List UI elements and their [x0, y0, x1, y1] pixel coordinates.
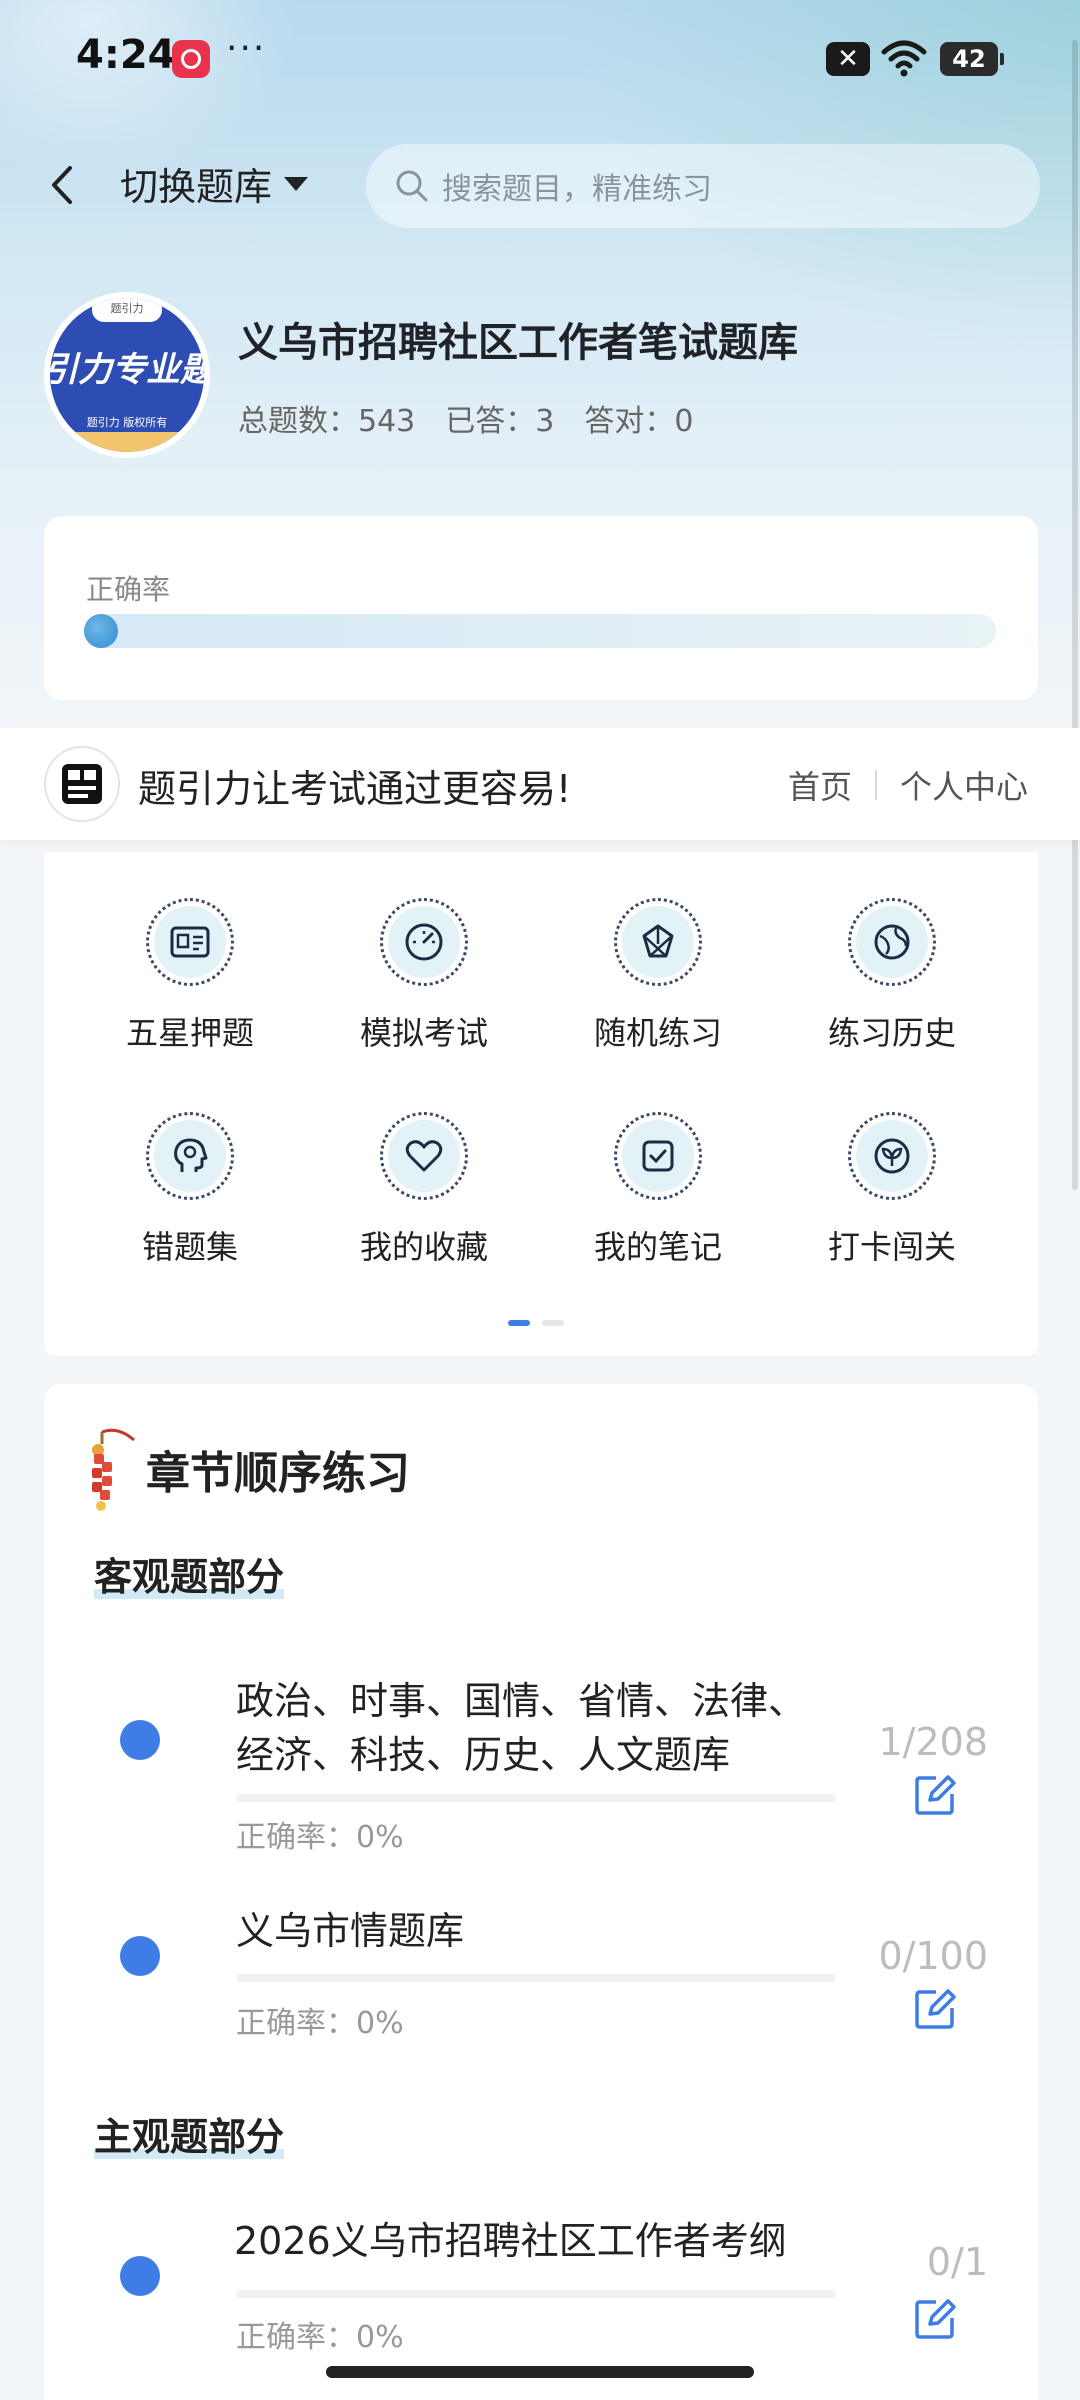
logo-sub-text: 题引力 版权所有 — [86, 416, 168, 429]
tool-history[interactable]: 练习历史 — [792, 898, 992, 1078]
caret-down-icon — [284, 176, 309, 191]
personal-center-link[interactable]: 个人中心 — [900, 762, 1028, 808]
tool-label: 我的笔记 — [593, 1228, 722, 1266]
chapter-progress-bar — [236, 2290, 836, 2298]
edit-icon[interactable] — [912, 2296, 958, 2342]
pager-dot[interactable] — [542, 1320, 564, 1326]
brand-logo-icon — [62, 764, 102, 804]
stat-total: 总题数：543 — [238, 404, 416, 439]
chapter-accuracy: 正确率：0% — [236, 2006, 404, 2041]
chapter-dot — [120, 1936, 160, 1976]
note-check-icon — [642, 1140, 674, 1172]
chapter-title: 章节顺序练习 — [146, 1448, 410, 1499]
logo-top-text: 题引力 — [92, 298, 162, 322]
tool-label: 五星押题 — [125, 1014, 254, 1052]
tool-notes[interactable]: 我的笔记 — [558, 1112, 758, 1292]
search-placeholder: 搜索题目，精准练习 — [442, 172, 712, 207]
tool-random-practice[interactable]: 随机练习 — [558, 898, 758, 1078]
promo-logo — [44, 746, 120, 822]
tool-favorites[interactable]: 我的收藏 — [324, 1112, 524, 1292]
bank-logo: 题引力 引力专业题 题引力 版权所有 — [44, 292, 210, 458]
gauge-icon — [405, 923, 443, 961]
firecracker-icon — [92, 1428, 135, 1511]
back-arrow-icon[interactable] — [40, 162, 86, 208]
accuracy-progress-bar — [84, 614, 996, 648]
section-title-subjective: 主观题部分 — [94, 2115, 285, 2159]
promo-bar: 题引力让考试通过更容易! 首页 个人中心 — [0, 728, 1080, 840]
app-notification-icon — [172, 40, 210, 78]
tool-label: 模拟考试 — [359, 1014, 488, 1052]
chapter-header: 章节顺序练习 — [88, 1424, 410, 1514]
bank-title: 义乌市招聘社区工作者笔试题库 — [238, 320, 798, 366]
shuffle-icon — [642, 924, 674, 958]
sprout-icon — [874, 1138, 910, 1174]
stat-answered: 已答：3 — [445, 404, 555, 439]
section-title-objective: 客观题部分 — [94, 1555, 285, 1599]
home-link[interactable]: 首页 — [788, 762, 852, 808]
chapter-accuracy: 正确率：0% — [236, 1820, 404, 1855]
id-card-icon — [170, 926, 210, 958]
stat-correct: 答对：0 — [584, 404, 694, 439]
chapter-dot — [120, 1720, 160, 1760]
status-time: 4:24 — [76, 32, 176, 78]
tool-checkin[interactable]: 打卡闯关 — [792, 1112, 992, 1292]
tool-label: 随机练习 — [593, 1014, 722, 1052]
tool-mock-exam[interactable]: 模拟考试 — [324, 898, 524, 1078]
chapter-accuracy: 正确率：0% — [236, 2320, 404, 2355]
accuracy-label: 正确率 — [86, 573, 171, 606]
chapter-count: 0/1 — [926, 2240, 988, 2284]
chapter-item[interactable]: 政治、时事、国情、省情、法律、经济、科技、历史、人文题库 正确率：0% 1/20… — [44, 1674, 1038, 1864]
more-notifications-icon: ··· — [226, 28, 267, 69]
chapter-item[interactable]: 2026义乌市招聘社区工作者考纲 正确率：0% 0/1 — [44, 2214, 1038, 2364]
logo-footer — [50, 432, 204, 452]
battery-icon: 42 — [940, 42, 1004, 76]
home-indicator[interactable] — [326, 2366, 754, 2378]
chapter-name: 2026义乌市招聘社区工作者考纲 — [234, 2219, 787, 2263]
chapter-count: 1/208 — [878, 1720, 988, 1764]
edit-icon[interactable] — [912, 1772, 958, 1818]
switch-bank-dropdown[interactable]: 切换题库 — [120, 156, 309, 211]
promo-slogan: 题引力让考试通过更容易! — [138, 767, 572, 811]
status-bar: 4:24 ··· ✕ 42 — [0, 0, 1080, 120]
logo-main-text: 引力专业题 — [50, 350, 204, 390]
tool-five-star[interactable]: 五星押题 — [90, 898, 290, 1078]
search-icon — [396, 170, 428, 202]
tool-label: 我的收藏 — [359, 1228, 488, 1266]
chapter-progress-bar — [236, 1974, 836, 1982]
accuracy-card: 正确率 — [44, 516, 1038, 700]
accuracy-progress-fill — [84, 614, 118, 648]
head-icon — [174, 1138, 208, 1172]
bank-stats: 总题数：543 已答：3 答对：0 — [238, 396, 693, 440]
switch-bank-label: 切换题库 — [120, 165, 273, 209]
chapter-name: 政治、时事、国情、省情、法律、经济、科技、历史、人文题库 — [236, 1679, 807, 1777]
wifi-icon — [881, 40, 927, 77]
tool-wrong-questions[interactable]: 错题集 — [90, 1112, 290, 1292]
pager-dots — [508, 1320, 564, 1326]
divider — [875, 770, 877, 800]
chapter-dot — [120, 2256, 160, 2296]
chapter-progress-bar — [236, 1794, 836, 1802]
tool-label: 练习历史 — [827, 1014, 956, 1052]
top-nav: 切换题库 搜索题目，精准练习 — [0, 140, 1080, 230]
tool-label: 错题集 — [141, 1228, 238, 1266]
tool-label: 打卡闯关 — [827, 1228, 956, 1266]
heart-icon — [405, 1140, 443, 1172]
chapter-item[interactable]: 义乌市情题库 正确率：0% 0/100 — [44, 1904, 1038, 2054]
chapter-practice-card: 章节顺序练习 客观题部分 政治、时事、国情、省情、法律、经济、科技、历史、人文题… — [44, 1384, 1038, 2400]
globe-icon — [874, 924, 910, 960]
chapter-name: 义乌市情题库 — [236, 1909, 465, 1953]
edit-icon[interactable] — [912, 1986, 958, 2032]
tools-grid: 五星押题 模拟考试 随机练习 练习历史 错题集 我的收藏 我的笔记 打卡闯关 — [44, 852, 1038, 1356]
pager-dot-active[interactable] — [508, 1320, 530, 1326]
chapter-count: 0/100 — [878, 1934, 988, 1978]
search-input[interactable]: 搜索题目，精准练习 — [366, 144, 1040, 228]
no-sim-icon: ✕ — [826, 42, 870, 76]
